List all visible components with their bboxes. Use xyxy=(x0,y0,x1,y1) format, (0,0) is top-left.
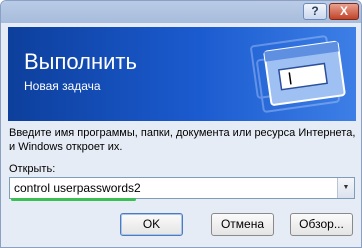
dialog-description: Введите имя программы, папки, документа … xyxy=(9,127,356,153)
dialog-banner: Выполнить Новая задача xyxy=(8,27,356,121)
highlight-underline xyxy=(11,198,136,201)
open-combobox[interactable]: control userpasswords2 ▼ xyxy=(9,177,355,199)
run-dialog: ? X Выполнить Новая задача Введите имя п… xyxy=(0,0,362,248)
cancel-button[interactable]: Отмена xyxy=(211,213,274,236)
command-input[interactable]: control userpasswords2 xyxy=(14,181,141,195)
help-button[interactable]: ? xyxy=(303,3,327,20)
open-label: Открыть: xyxy=(9,163,56,175)
dialog-title: Выполнить xyxy=(24,49,137,74)
title-bar[interactable]: ? X xyxy=(1,1,361,23)
dialog-subtitle: Новая задача xyxy=(24,79,101,93)
ok-button[interactable]: OK xyxy=(120,213,183,236)
run-dialog-icon xyxy=(250,35,346,113)
close-button[interactable]: X xyxy=(329,3,359,20)
chevron-down-icon[interactable]: ▼ xyxy=(337,178,354,198)
browse-button[interactable]: Обзор... xyxy=(290,213,353,236)
